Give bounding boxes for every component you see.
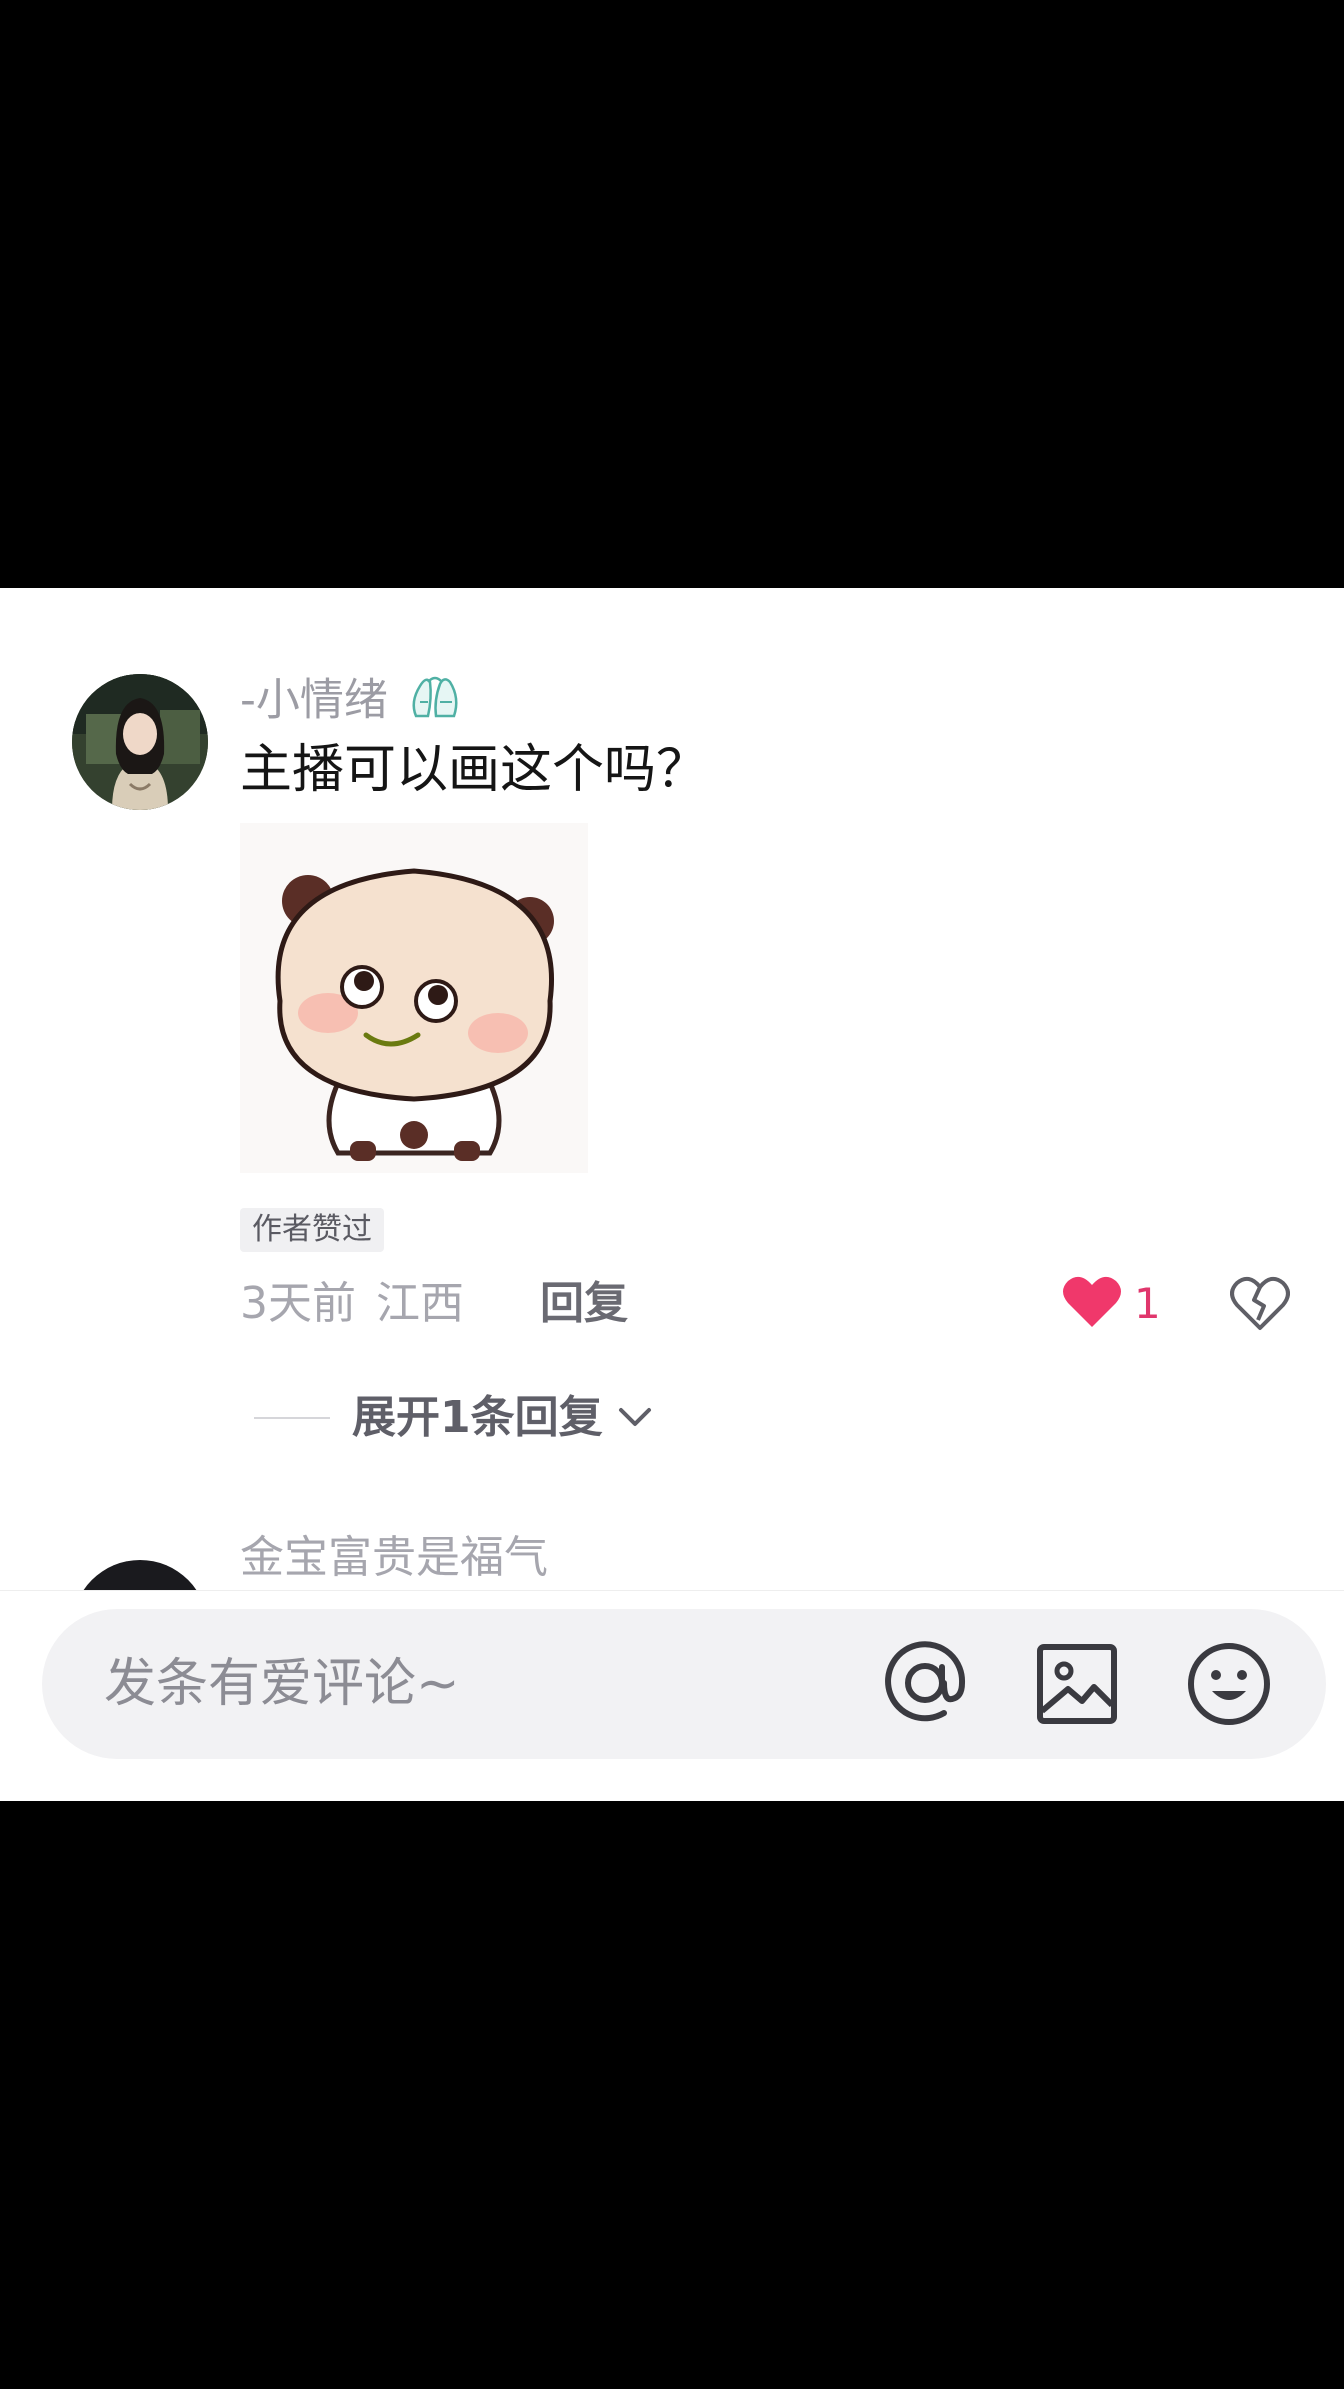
expand-replies-label: 展开1条回复	[352, 1392, 603, 1443]
comment-text: 主播可以画这个吗？	[240, 740, 709, 800]
expand-divider	[254, 1417, 330, 1419]
next-comment-username[interactable]: 金宝富贵是福气	[240, 1530, 548, 1586]
comment-meta: 3天前 江西	[240, 1276, 464, 1332]
comment-sheet: -小情绪 主播可以画这个吗？ 作者赞过 3天前 江西 回复 1 展开1条回复 金…	[0, 588, 1344, 1801]
image-icon[interactable]	[1032, 1639, 1122, 1729]
heart-icon	[1062, 1275, 1122, 1333]
author-liked-tag: 作者赞过	[240, 1208, 384, 1252]
comment-input-bar: 发条有爱评论~	[0, 1590, 1344, 1801]
like-button[interactable]: 1	[1062, 1274, 1161, 1334]
comment-time: 3天前	[240, 1278, 356, 1329]
dislike-button[interactable]	[1230, 1276, 1290, 1332]
avatar-image	[72, 674, 208, 810]
at-icon[interactable]	[880, 1639, 970, 1729]
comment-input-placeholder: 发条有爱评论~	[104, 1654, 460, 1714]
username-text: -小情绪	[240, 674, 388, 726]
comment-input[interactable]: 发条有爱评论~	[42, 1609, 1326, 1759]
username[interactable]: -小情绪	[240, 672, 464, 733]
comment-location: 江西	[376, 1278, 464, 1329]
sticker-image[interactable]	[240, 823, 588, 1173]
panda-sticker	[240, 823, 588, 1173]
chevron-down-icon	[615, 1402, 655, 1434]
avatar[interactable]	[72, 674, 208, 810]
like-count: 1	[1134, 1279, 1161, 1328]
expand-replies-button[interactable]: 展开1条回复	[254, 1388, 655, 1448]
ballet-shoes-icon	[406, 672, 464, 733]
reply-button[interactable]: 回复	[540, 1276, 628, 1332]
smiley-icon[interactable]	[1184, 1639, 1274, 1729]
broken-heart-icon	[1230, 1276, 1290, 1336]
